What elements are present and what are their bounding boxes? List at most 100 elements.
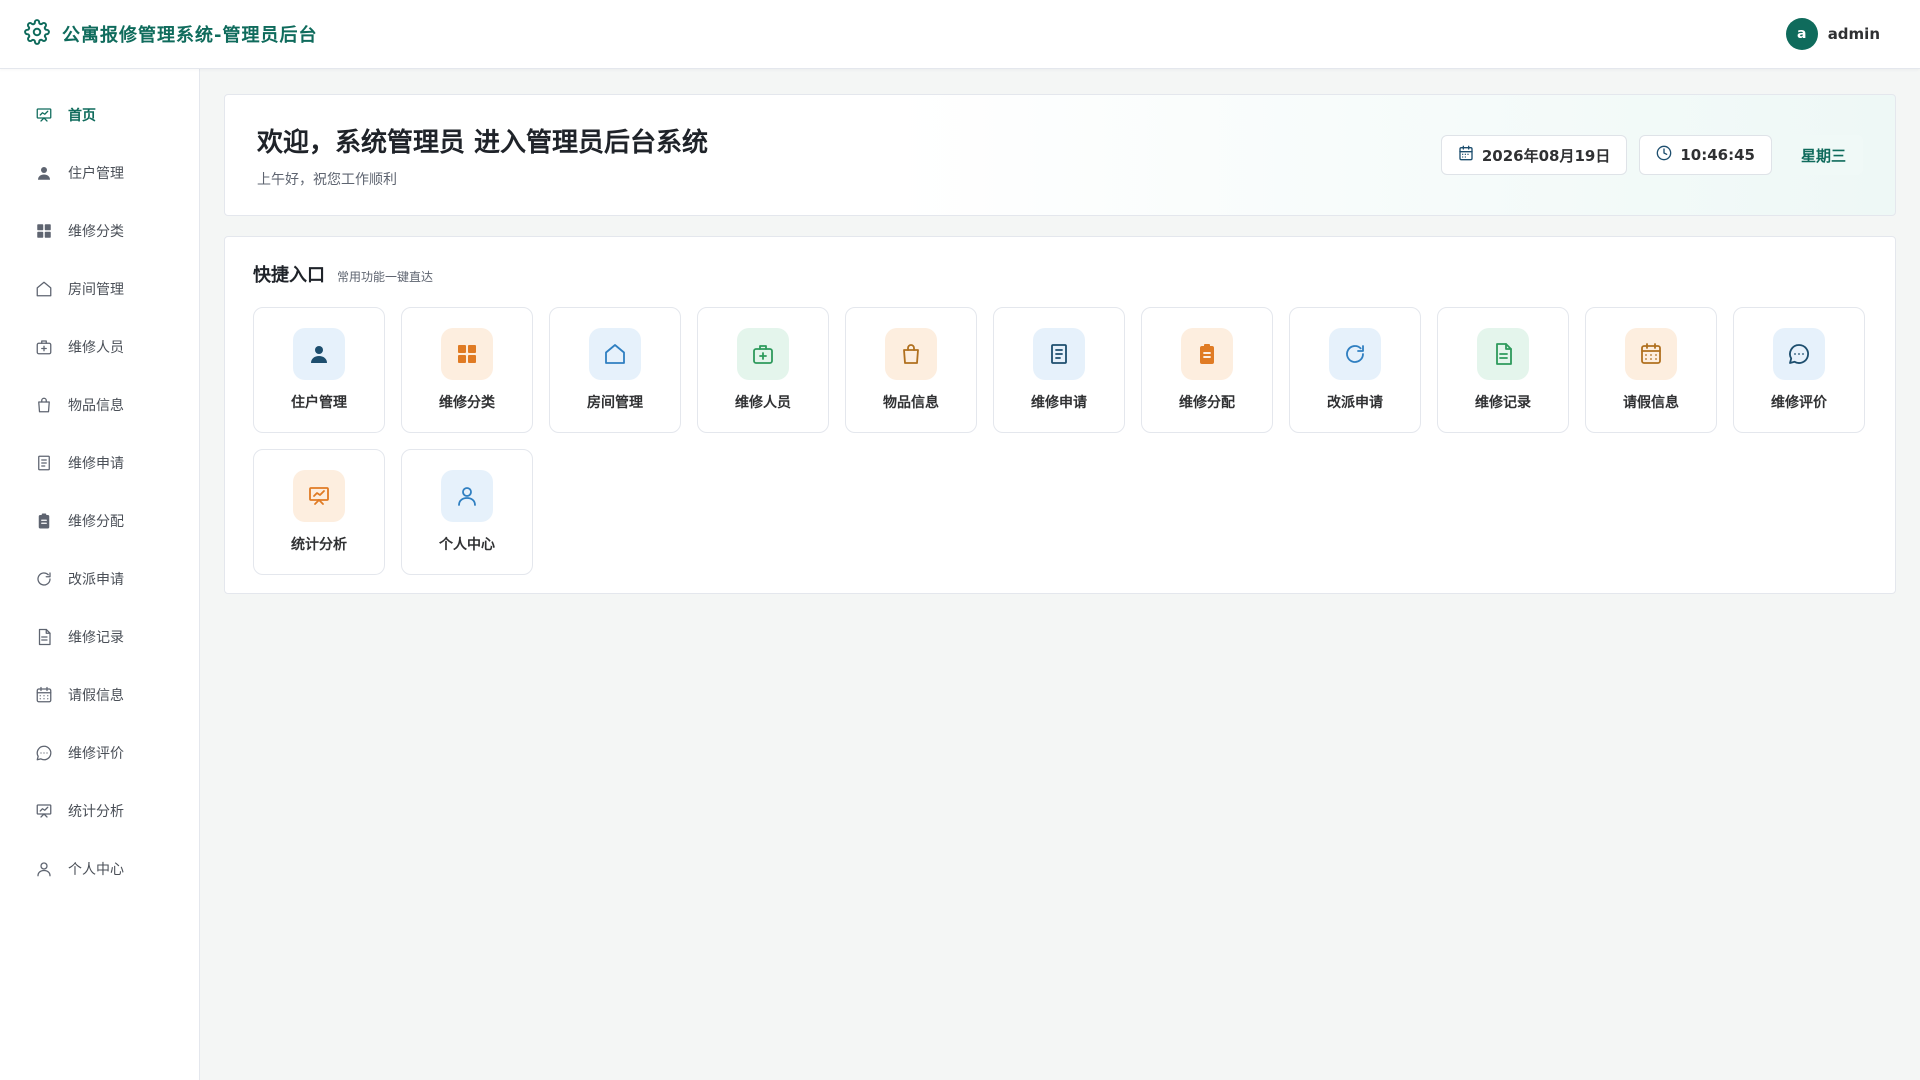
gear-icon	[24, 19, 50, 49]
username[interactable]: admin	[1828, 25, 1880, 43]
sidebar-item-residents[interactable]: 住户管理	[0, 144, 199, 202]
quick-entry-label: 维修申请	[1031, 395, 1087, 411]
main-content: 欢迎，系统管理员 进入管理员后台系统 上午好，祝您工作顺利 2026年08月19…	[224, 94, 1896, 594]
quick-entry-tile[interactable]: 维修人员	[697, 307, 829, 433]
sidebar-item-label: 房间管理	[68, 282, 124, 298]
welcome-text: 欢迎，系统管理员 进入管理员后台系统 上午好，祝您工作顺利	[257, 122, 708, 189]
quick-entry-label: 统计分析	[291, 537, 347, 553]
quick-entry-title: 快捷入口	[253, 265, 325, 286]
quick-entry-label: 个人中心	[439, 537, 495, 553]
welcome-subtitle: 上午好，祝您工作顺利	[257, 171, 397, 188]
date-text: 2026年08月19日	[1481, 146, 1611, 165]
user-outline-icon	[35, 860, 53, 878]
presentation-icon	[35, 106, 53, 124]
medical-kit-icon	[737, 328, 789, 380]
chat-icon	[1773, 328, 1825, 380]
quick-entry-label: 住户管理	[291, 395, 347, 411]
sidebar-item-leave[interactable]: 请假信息	[0, 666, 199, 724]
clipboard-icon	[1181, 328, 1233, 380]
user-icon	[293, 328, 345, 380]
quick-entry-tile[interactable]: 房间管理	[549, 307, 681, 433]
quick-entry-label: 维修记录	[1475, 395, 1531, 411]
quick-entry-label: 改派申请	[1327, 395, 1383, 411]
quick-entry-tile[interactable]: 维修分类	[401, 307, 533, 433]
quick-entry-grid: 住户管理 维修分类 房间管理 维修人员 物品信息 维修申请 维修分配 改派申请 维修记录 请假信息…	[253, 307, 1867, 575]
quick-entry-tile[interactable]: 维修申请	[993, 307, 1125, 433]
clock-icon	[1656, 145, 1672, 165]
sidebar-item-label: 维修记录	[68, 630, 124, 646]
document-icon	[1033, 328, 1085, 380]
sidebar-item-rooms[interactable]: 房间管理	[0, 260, 199, 318]
shopping-bag-icon	[885, 328, 937, 380]
quick-entry-label: 维修分类	[439, 395, 495, 411]
quick-entry-panel: 快捷入口 常用功能一键直达 住户管理 维修分类 房间管理 维修人员 物品信息 维修申请 维修…	[224, 236, 1896, 594]
quick-entry-tile[interactable]: 物品信息	[845, 307, 977, 433]
app-title: 公寓报修管理系统-管理员后台	[62, 25, 318, 46]
welcome-title: 欢迎，系统管理员 进入管理员后台系统	[257, 127, 709, 158]
sidebar-item-repair-staff[interactable]: 维修人员	[0, 318, 199, 376]
quick-entry-subtitle: 常用功能一键直达	[337, 270, 434, 284]
sidebar-item-repair-records[interactable]: 维修记录	[0, 608, 199, 666]
calendar-icon	[1625, 328, 1677, 380]
quick-entry-header: 快捷入口 常用功能一键直达	[253, 261, 1867, 287]
presentation-icon	[35, 802, 53, 820]
chat-icon	[35, 744, 53, 762]
sidebar-item-reassign[interactable]: 改派申请	[0, 550, 199, 608]
quick-entry-label: 维修评价	[1771, 395, 1827, 411]
sidebar-item-items[interactable]: 物品信息	[0, 376, 199, 434]
quick-entry-tile[interactable]: 个人中心	[401, 449, 533, 575]
user-outline-icon	[441, 470, 493, 522]
presentation-icon	[293, 470, 345, 522]
clipboard-icon	[35, 512, 53, 530]
file-icon	[1477, 328, 1529, 380]
quick-entry-tile[interactable]: 维修分配	[1141, 307, 1273, 433]
sidebar-item-repair-assign[interactable]: 维修分配	[0, 492, 199, 550]
sidebar-item-reviews[interactable]: 维修评价	[0, 724, 199, 782]
document-icon	[35, 454, 53, 472]
sidebar-item-label: 维修人员	[68, 340, 124, 356]
sidebar-item-statistics[interactable]: 统计分析	[0, 782, 199, 840]
file-icon	[35, 628, 53, 646]
sidebar: 首页 住户管理 维修分类 房间管理 维修人员 物品信息 维修申请 维修分配 改派…	[0, 69, 200, 1080]
refresh-icon	[1329, 328, 1381, 380]
sidebar-item-label: 维修评价	[68, 746, 124, 762]
top-header: 公寓报修管理系统-管理员后台 a admin	[0, 0, 1920, 69]
quick-entry-tile[interactable]: 统计分析	[253, 449, 385, 575]
sidebar-item-label: 改派申请	[68, 572, 124, 588]
calendar-icon	[1458, 145, 1474, 165]
sidebar-item-label: 统计分析	[68, 804, 124, 820]
time-text: 10:46:45	[1680, 146, 1755, 164]
sidebar-item-label: 住户管理	[68, 166, 124, 182]
sidebar-item-repair-category[interactable]: 维修分类	[0, 202, 199, 260]
sidebar-item-label: 物品信息	[68, 398, 124, 414]
medical-kit-icon	[35, 338, 53, 356]
sidebar-item-home[interactable]: 首页	[0, 86, 199, 144]
user-menu[interactable]: a admin	[1785, 18, 1880, 50]
welcome-card: 欢迎，系统管理员 进入管理员后台系统 上午好，祝您工作顺利 2026年08月19…	[224, 94, 1896, 216]
quick-entry-tile[interactable]: 维修评价	[1733, 307, 1865, 433]
avatar[interactable]: a	[1785, 18, 1818, 50]
sidebar-item-label: 维修分配	[68, 514, 124, 530]
sidebar-item-profile[interactable]: 个人中心	[0, 840, 199, 898]
quick-entry-tile[interactable]: 改派申请	[1289, 307, 1421, 433]
refresh-icon	[35, 570, 53, 588]
sidebar-item-repair-request[interactable]: 维修申请	[0, 434, 199, 492]
quick-entry-label: 维修人员	[735, 395, 791, 411]
grid-icon	[441, 328, 493, 380]
date-time-group: 2026年08月19日 10:46:45 星期三	[1440, 135, 1863, 175]
quick-entry-label: 请假信息	[1623, 395, 1679, 411]
quick-entry-label: 房间管理	[587, 395, 643, 411]
sidebar-item-label: 维修申请	[68, 456, 124, 472]
sidebar-item-label: 首页	[68, 108, 96, 124]
brand[interactable]: 公寓报修管理系统-管理员后台	[24, 19, 317, 49]
quick-entry-tile[interactable]: 维修记录	[1437, 307, 1569, 433]
sidebar-item-label: 个人中心	[68, 862, 124, 878]
time-badge: 10:46:45	[1639, 135, 1772, 175]
grid-icon	[35, 222, 53, 240]
quick-entry-tile[interactable]: 住户管理	[253, 307, 385, 433]
house-icon	[35, 280, 53, 298]
house-icon	[589, 328, 641, 380]
quick-entry-label: 物品信息	[883, 395, 939, 411]
quick-entry-tile[interactable]: 请假信息	[1585, 307, 1717, 433]
quick-entry-label: 维修分配	[1179, 395, 1235, 411]
